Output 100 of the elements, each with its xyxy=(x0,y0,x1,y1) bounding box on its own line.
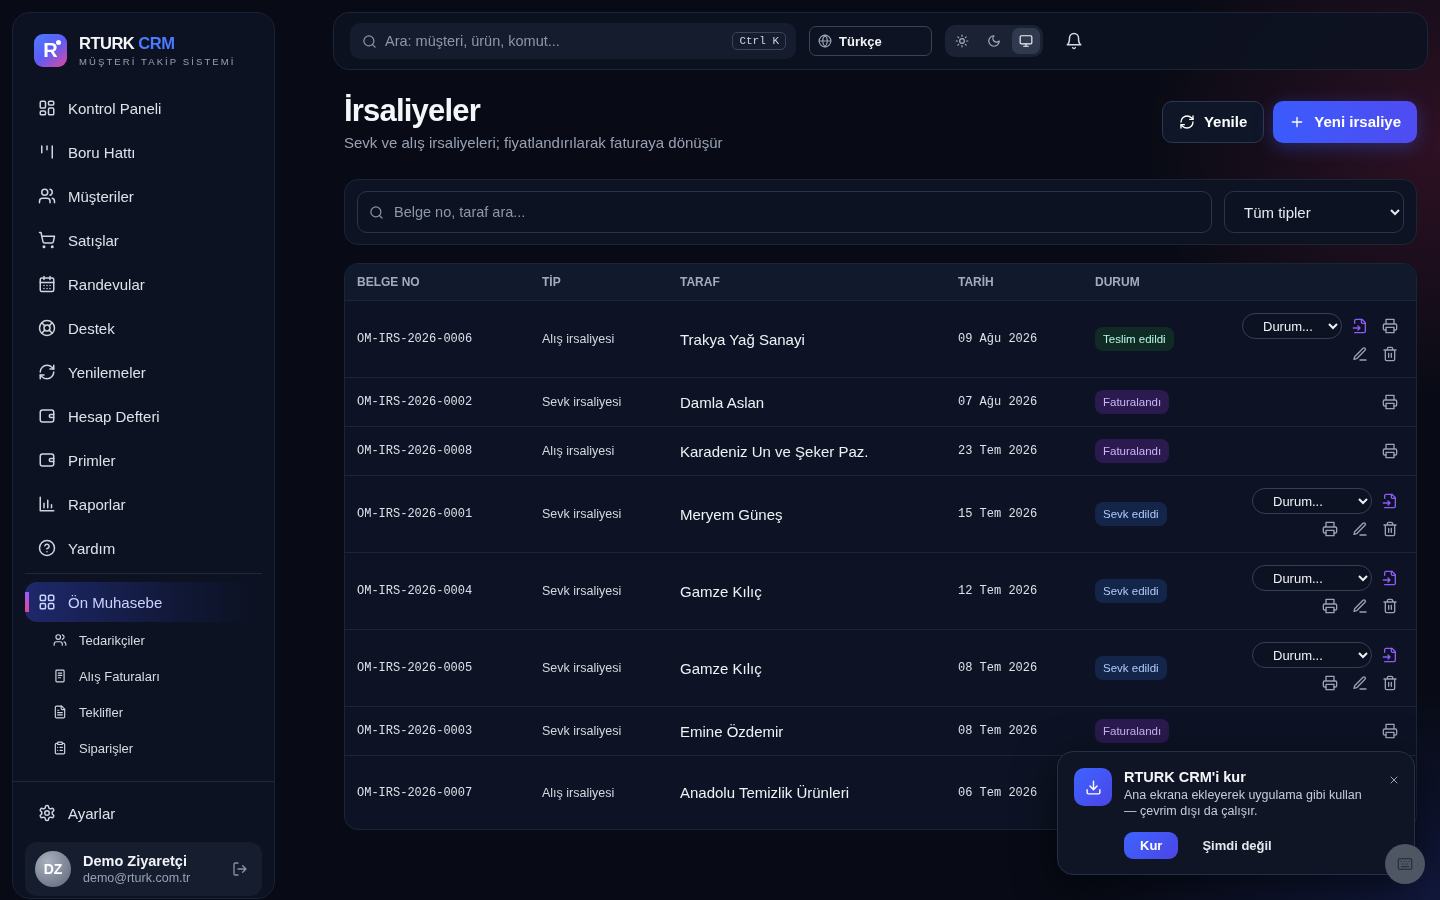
search-icon xyxy=(369,204,384,220)
file-arrow-icon[interactable] xyxy=(1382,647,1398,663)
sidebar-subitem[interactable]: Tedarikçiler xyxy=(25,622,262,658)
table-cell-text: Sevk irsaliyesi xyxy=(542,395,623,409)
file-arrow-icon[interactable] xyxy=(1382,570,1398,586)
sidebar-item[interactable]: Yardım xyxy=(25,526,262,570)
status-badge: Teslim edildi xyxy=(1095,327,1174,351)
column-header: BELGE NO xyxy=(357,275,421,289)
file-arrow-icon[interactable] xyxy=(1352,318,1368,334)
sidebar-item[interactable]: Ayarlar xyxy=(25,791,262,835)
sidebar-subitem[interactable]: Siparişler xyxy=(25,730,262,766)
table-cell-text: 12 Tem 2026 xyxy=(958,584,1039,598)
sidebar-item[interactable]: Boru Hattı xyxy=(25,130,262,174)
avatar: DZ xyxy=(35,851,71,887)
new-delivery-note-button[interactable]: Yeni irsaliye xyxy=(1273,100,1417,143)
pencil-icon[interactable] xyxy=(1352,598,1368,614)
sidebar-item[interactable]: Satışlar xyxy=(25,218,262,262)
sidebar-item[interactable]: Müşteriler xyxy=(25,174,262,218)
sidebar-subitem[interactable]: Alış Faturaları xyxy=(25,658,262,694)
table-cell-text: Sevk irsaliyesi xyxy=(542,507,623,521)
page-subtitle: Sevk ve alış irsaliyeleri; fiyatlandırılarak faturaya dönüşür xyxy=(344,133,723,153)
brand-name: RTURK CRM xyxy=(79,34,176,53)
sidebar-subitem[interactable]: Teklifler xyxy=(25,694,262,730)
calendar-icon xyxy=(38,275,56,293)
refresh-button[interactable]: Yenile xyxy=(1161,100,1265,143)
pencil-icon[interactable] xyxy=(1352,521,1368,537)
pencil-icon[interactable] xyxy=(1352,346,1368,362)
sidebar-item[interactable]: Primler xyxy=(25,438,262,482)
table-cell-text: 23 Tem 2026 xyxy=(958,444,1039,458)
status-badge: Faturalandı xyxy=(1095,439,1170,463)
printer-icon[interactable] xyxy=(1322,521,1338,537)
table-cell-text: OM-IRS-2026-0006 xyxy=(357,332,474,346)
status-badge: Faturalandı xyxy=(1095,719,1170,743)
prompt-message: Ana ekrana ekleyerek uygulama gibi kullan — çevrim dışı da çalışır. xyxy=(1124,787,1363,819)
table-cell-text: Karadeniz Un ve Şeker Paz. xyxy=(680,442,870,460)
wallet-icon xyxy=(38,451,56,469)
language-select[interactable]: Türkçe xyxy=(809,26,932,56)
status-select[interactable]: Durum... xyxy=(1252,565,1372,591)
table-cell-text: Meryem Güneş xyxy=(680,505,784,523)
table-cell-text: OM-IRS-2026-0007 xyxy=(357,785,474,800)
close-icon[interactable] xyxy=(1388,774,1400,786)
sidebar-item[interactable]: Raporlar xyxy=(25,482,262,526)
status-select[interactable]: Durum... xyxy=(1242,313,1342,339)
system-mode-button[interactable] xyxy=(1012,28,1040,54)
type-select[interactable]: Tüm tipler xyxy=(1224,191,1404,233)
refresh-icon xyxy=(38,363,56,381)
status-select[interactable]: Durum... xyxy=(1252,488,1372,514)
page-title: İrsaliyeler xyxy=(344,92,482,130)
logout-icon[interactable] xyxy=(232,861,248,877)
table-cell-text: 15 Tem 2026 xyxy=(958,507,1039,521)
status-badge: Sevk edildi xyxy=(1095,656,1167,680)
column-header: TARİH xyxy=(958,275,995,289)
wallet-icon xyxy=(38,407,56,425)
file-arrow-icon[interactable] xyxy=(1382,493,1398,509)
refresh-icon xyxy=(1178,113,1195,130)
grid-icon xyxy=(38,99,56,117)
clipboard-icon xyxy=(53,741,67,755)
printer-icon[interactable] xyxy=(1382,723,1398,739)
bar-chart-icon xyxy=(38,495,56,513)
cart-icon xyxy=(38,231,56,249)
sidebar-item[interactable]: Destek xyxy=(25,306,262,350)
settings-icon xyxy=(38,804,56,822)
status-badge: Sevk edildi xyxy=(1095,579,1167,603)
brand-tagline: MÜŞTERİ TAKİP SİSTEMİ xyxy=(79,56,236,67)
printer-icon[interactable] xyxy=(1382,318,1398,334)
trash-icon[interactable] xyxy=(1382,346,1398,362)
table-cell-text: 09 Ağu 2026 xyxy=(958,332,1039,346)
printer-icon[interactable] xyxy=(1322,675,1338,691)
table-cell-text: Alış irsaliyesi xyxy=(542,785,616,800)
column-header: TARAF xyxy=(680,275,721,289)
bell-icon[interactable] xyxy=(1065,32,1083,50)
keyboard-button[interactable] xyxy=(1385,844,1425,884)
monitor-icon xyxy=(1019,34,1033,48)
lifebuoy-icon xyxy=(38,319,56,337)
trash-icon[interactable] xyxy=(1382,521,1398,537)
sidebar-item[interactable]: Kontrol Paneli xyxy=(25,86,262,130)
printer-icon[interactable] xyxy=(1382,443,1398,459)
receipt-icon xyxy=(53,669,67,683)
sidebar-item[interactable]: Randevular xyxy=(25,262,262,306)
printer-icon[interactable] xyxy=(1382,394,1398,410)
search-icon xyxy=(362,33,377,49)
install-button[interactable]: Kur xyxy=(1124,832,1179,859)
dismiss-button[interactable]: Şimdi değil xyxy=(1190,832,1284,859)
search-field[interactable]: Belge no, taraf ara... xyxy=(357,191,1212,233)
moon-icon xyxy=(987,34,1001,48)
sidebar-item[interactable]: Yenilemeler xyxy=(25,350,262,394)
status-badge: Sevk edildi xyxy=(1095,502,1167,526)
table-cell-text: OM-IRS-2026-0005 xyxy=(357,661,474,675)
sun-icon xyxy=(955,34,969,48)
globe-icon xyxy=(818,34,832,48)
printer-icon[interactable] xyxy=(1322,598,1338,614)
table-cell-text: Alış irsaliyesi xyxy=(542,332,616,346)
sidebar-item[interactable]: Hesap Defteri xyxy=(25,394,262,438)
trash-icon[interactable] xyxy=(1382,675,1398,691)
pencil-icon[interactable] xyxy=(1352,675,1368,691)
table-cell-text: OM-IRS-2026-0003 xyxy=(357,724,474,738)
status-select[interactable]: Durum... xyxy=(1252,642,1372,668)
table-cell-text: 08 Tem 2026 xyxy=(958,724,1039,738)
trash-icon[interactable] xyxy=(1382,598,1398,614)
table-cell-text: Damla Aslan xyxy=(680,393,766,411)
